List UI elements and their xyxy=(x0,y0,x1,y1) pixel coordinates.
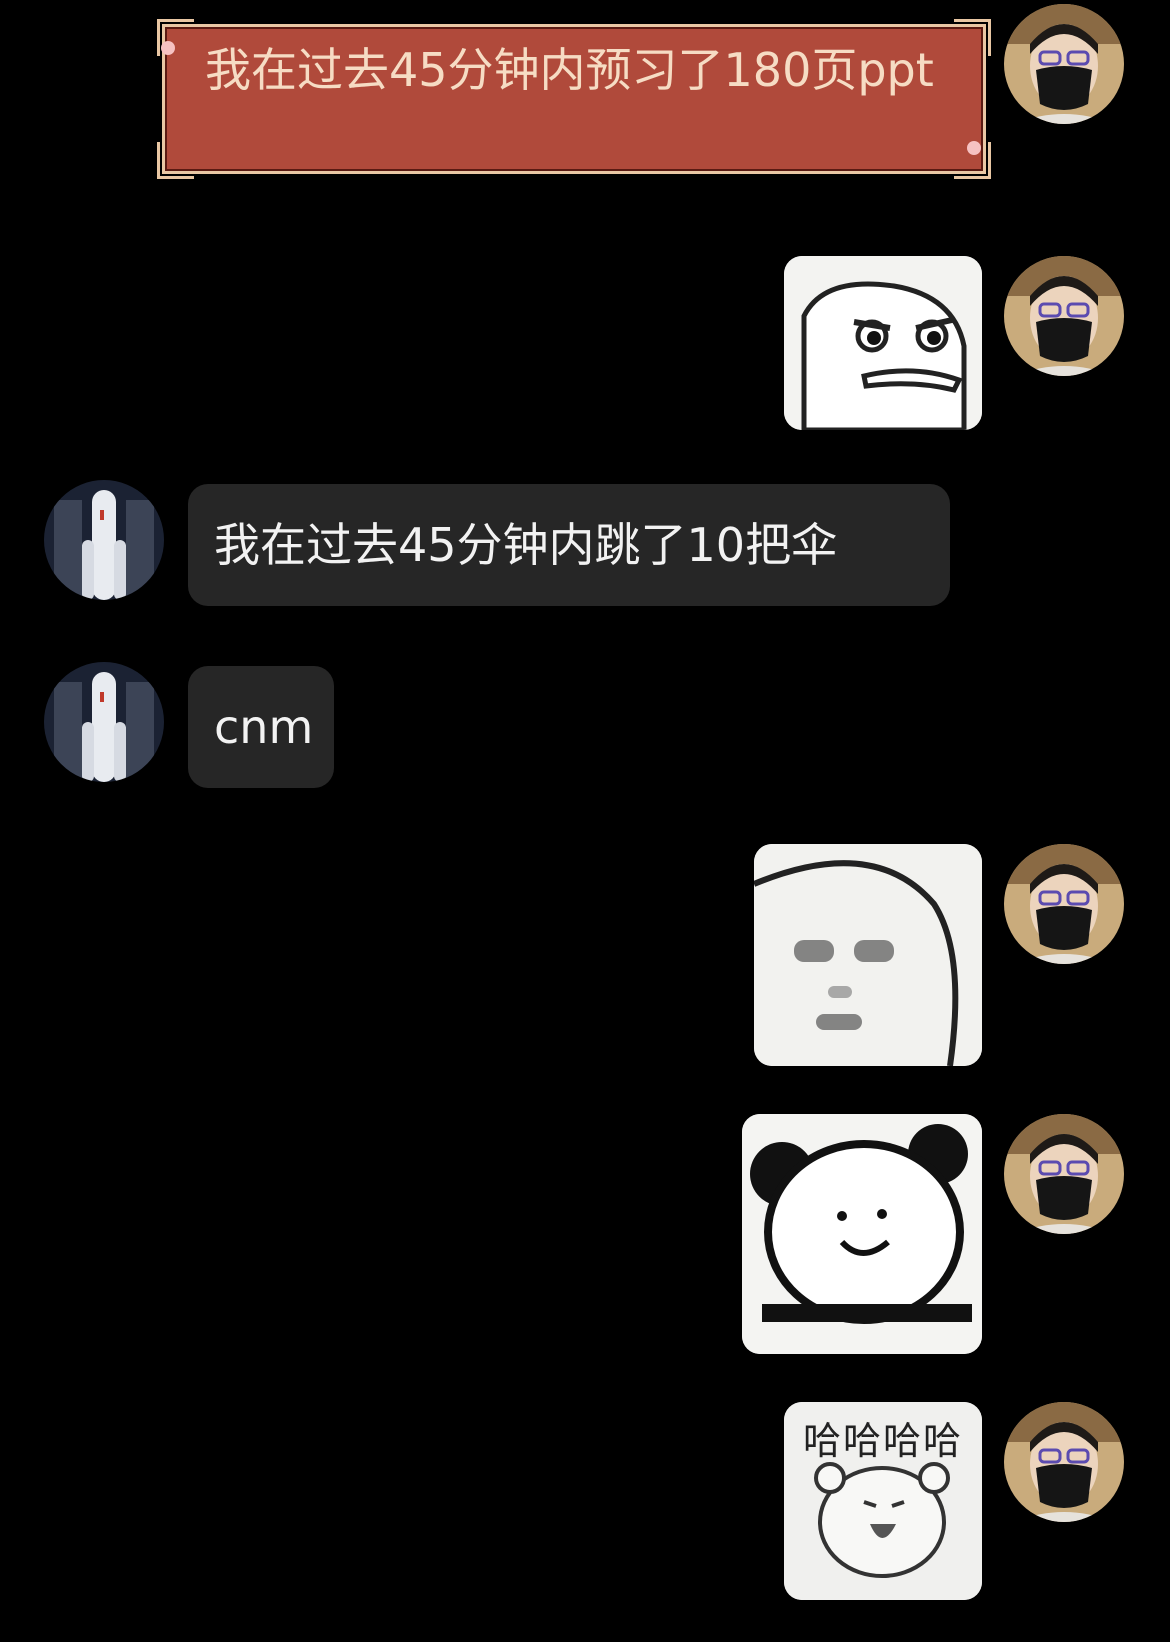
frame-corner-decoration xyxy=(157,142,194,179)
self-avatar[interactable] xyxy=(1004,1402,1124,1522)
message-bubble-festive[interactable]: 我在过去45分钟内预习了180页ppt xyxy=(157,19,991,179)
rocket-launch-avatar-icon xyxy=(44,662,164,782)
self-avatar[interactable] xyxy=(1004,844,1124,964)
laughing-bear-sticker[interactable]: 哈哈哈哈 xyxy=(784,1402,982,1600)
self-avatar[interactable] xyxy=(1004,4,1124,124)
other-avatar[interactable] xyxy=(44,480,164,600)
message-text: 我在过去45分钟内跳了10把伞 xyxy=(214,518,838,572)
other-avatar[interactable] xyxy=(44,662,164,782)
message-bubble[interactable]: cnm xyxy=(188,666,334,788)
person-masked-avatar-icon xyxy=(1004,844,1124,964)
sticker-caption: 哈哈哈哈 xyxy=(802,1419,963,1463)
rocket-launch-avatar-icon xyxy=(44,480,164,600)
angry-bird-sticker[interactable] xyxy=(784,256,982,430)
person-masked-avatar-icon xyxy=(1004,4,1124,124)
blurry-face-sticker-image xyxy=(754,844,982,1066)
message-bubble[interactable]: 我在过去45分钟内跳了10把伞 xyxy=(188,484,950,606)
message-text: 我在过去45分钟内预习了180页ppt xyxy=(205,43,934,97)
person-masked-avatar-icon xyxy=(1004,1402,1124,1522)
message-text: cnm xyxy=(214,700,314,754)
panda-smile-sticker[interactable] xyxy=(742,1114,982,1354)
person-masked-avatar-icon xyxy=(1004,256,1124,376)
panda-smile-sticker-image xyxy=(742,1114,982,1354)
blurry-face-sticker[interactable] xyxy=(754,844,982,1066)
self-avatar[interactable] xyxy=(1004,1114,1124,1234)
angry-bird-sticker-image xyxy=(784,256,982,430)
person-masked-avatar-icon xyxy=(1004,1114,1124,1234)
plum-blossom-icon xyxy=(161,41,175,55)
frame-corner-decoration xyxy=(954,19,991,56)
plum-blossom-icon xyxy=(967,141,981,155)
self-avatar[interactable] xyxy=(1004,256,1124,376)
